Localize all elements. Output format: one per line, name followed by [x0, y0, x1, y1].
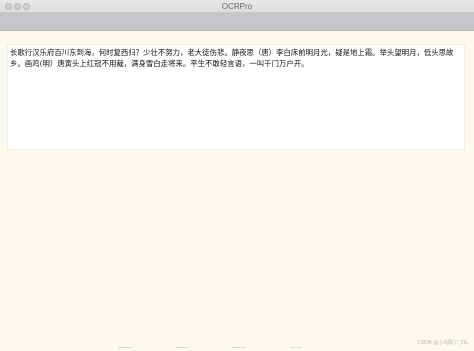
- ocr-result-text: 长歌行汉乐府百川东到海，何时复西归？少壮不努力，老大徒伤悲。静夜思（唐）李白床前…: [10, 48, 454, 68]
- watermark-text: CSDN @小乌鸦丫_TIL: [417, 340, 468, 346]
- toolbar: [0, 13, 474, 31]
- title-bar[interactable]: OCRPro: [0, 0, 474, 13]
- bottom-divider: [0, 345, 474, 349]
- ocr-result-textarea[interactable]: 长歌行汉乐府百川东到海，何时复西归？少壮不努力，老大徒伤悲。静夜思（唐）李白床前…: [7, 44, 465, 150]
- app-window: OCRPro 长歌行汉乐府百川东到海，何时复西归？少壮不努力，老大徒伤悲。静夜思…: [0, 0, 474, 351]
- window-title: OCRPro: [221, 2, 253, 11]
